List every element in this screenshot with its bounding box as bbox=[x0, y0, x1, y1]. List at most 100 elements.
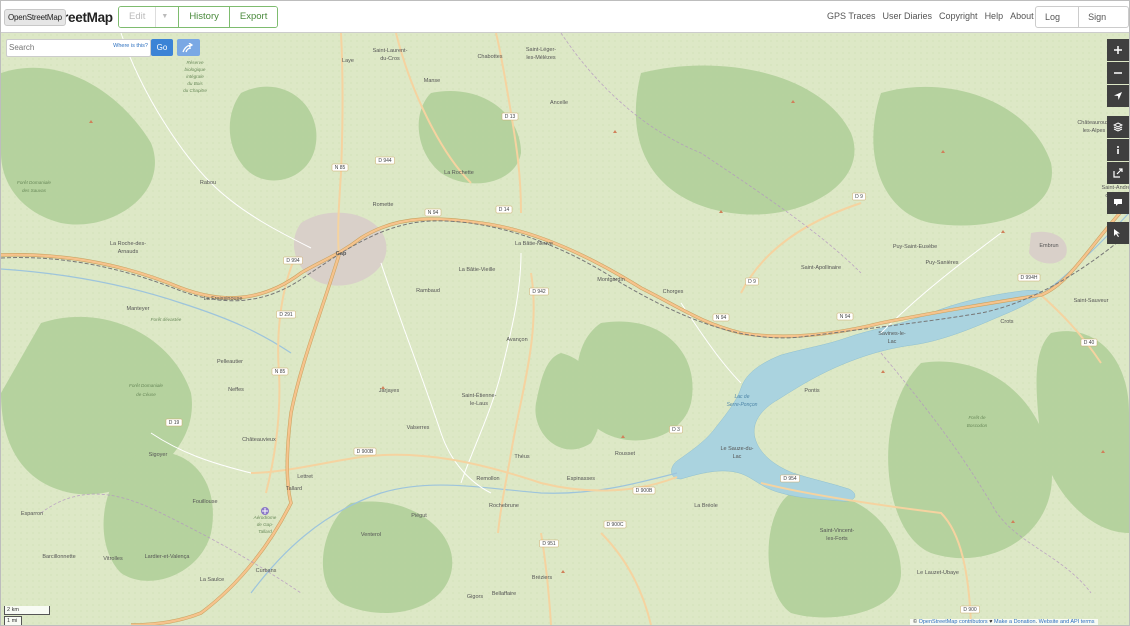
place-label: Puy-Saint-Eusèbe bbox=[893, 244, 937, 250]
terms-link[interactable]: Website and API terms bbox=[1039, 619, 1095, 625]
place-label: Châteauroux- bbox=[1077, 120, 1110, 126]
road-shield: D 900B bbox=[353, 447, 377, 456]
nav-about[interactable]: About bbox=[1010, 11, 1034, 21]
place-label: Saint-Laurent- bbox=[373, 48, 408, 54]
place-label: Saint-André- bbox=[1102, 185, 1129, 191]
place-label: Théus bbox=[514, 454, 530, 460]
directions-button[interactable] bbox=[177, 39, 200, 56]
road-shield-label: D 900 bbox=[963, 607, 977, 613]
signup-button[interactable]: Sign Up bbox=[1079, 7, 1128, 27]
secondary-nav: GPS Traces User Diaries Copyright Help A… bbox=[827, 11, 1034, 21]
road-shield-label: D 954 bbox=[783, 476, 797, 482]
area-label: Forêt dévastée bbox=[151, 317, 182, 322]
place-label: Rambaud bbox=[416, 288, 440, 294]
place-label: Embrun bbox=[1039, 243, 1058, 249]
road-shield: D 942 bbox=[529, 287, 549, 296]
map-canvas[interactable]: Gap Embrun Chorges Montgardin La Bâtie-Neuve… bbox=[1, 33, 1129, 625]
osm-contributors-link[interactable]: OpenStreetMap contributors bbox=[919, 619, 988, 625]
place-label: Rousset bbox=[615, 451, 636, 457]
road-shield-label: D 942 bbox=[532, 289, 546, 295]
zoom-in-button[interactable] bbox=[1107, 39, 1129, 61]
road-shield-label: N 94 bbox=[428, 210, 439, 216]
history-button[interactable]: History bbox=[179, 7, 230, 27]
place-label: Puy-Sanières bbox=[925, 260, 958, 266]
place-label: La Roche-des- bbox=[110, 241, 146, 247]
road-shield: D 954 bbox=[780, 474, 800, 483]
road-shield: D 19 bbox=[165, 418, 183, 427]
place-label: Gap bbox=[336, 251, 347, 257]
login-button[interactable]: Log In bbox=[1036, 7, 1080, 27]
share-button[interactable] bbox=[1107, 162, 1129, 184]
place-label: Fouillouse bbox=[192, 499, 217, 505]
road-shield: D 3 bbox=[669, 425, 683, 434]
place-label: Lettret bbox=[297, 474, 313, 480]
place-label: Rabou bbox=[200, 180, 216, 186]
place-label: Chabottes bbox=[477, 54, 502, 60]
area-label: Forêt Domaniale bbox=[129, 383, 163, 388]
road-shield-label: D 951 bbox=[542, 541, 556, 547]
area-label: Forêt de bbox=[968, 415, 986, 420]
place-label: Vitrolles bbox=[103, 556, 123, 562]
place-label: Saint-Étienne- bbox=[462, 392, 497, 399]
road-shield: N 85 bbox=[271, 367, 289, 376]
auth-button-group: Log In Sign Up bbox=[1035, 6, 1129, 28]
place-label: Romette bbox=[373, 202, 394, 208]
locate-button[interactable] bbox=[1107, 85, 1129, 107]
query-features-button[interactable] bbox=[1107, 222, 1129, 244]
place-label: La Bâtie-Neuve bbox=[515, 241, 553, 247]
layers-icon bbox=[1113, 122, 1123, 132]
site-logo[interactable]: OpenStreetMap treetMap bbox=[4, 6, 113, 28]
road-shield-label: D 900B bbox=[636, 488, 653, 494]
road-shield-label: D 40 bbox=[1084, 340, 1095, 346]
place-label: Valserres bbox=[407, 425, 430, 431]
nav-user-diaries[interactable]: User Diaries bbox=[883, 11, 933, 21]
area-label: Boscodon bbox=[967, 423, 988, 428]
road-shield-label: D 14 bbox=[499, 207, 510, 213]
road-shield-label: N 85 bbox=[275, 369, 286, 375]
add-note-button[interactable] bbox=[1107, 192, 1129, 214]
area-label: de Gap- bbox=[257, 522, 274, 527]
scale-metric: 2 km bbox=[4, 606, 50, 615]
place-label: La Bréole bbox=[694, 503, 718, 509]
area-label: des Sauvas bbox=[22, 188, 47, 193]
zoom-in-icon bbox=[1114, 46, 1122, 54]
logo-badge: OpenStreetMap bbox=[4, 8, 66, 26]
place-label: Neffes bbox=[228, 387, 244, 393]
area-label: du Chapitre bbox=[183, 88, 207, 93]
nav-copyright[interactable]: Copyright bbox=[939, 11, 978, 21]
nav-gps-traces[interactable]: GPS Traces bbox=[827, 11, 876, 21]
place-label: Laye bbox=[342, 58, 354, 64]
place-label: La Bâtie-Vieille bbox=[459, 267, 496, 273]
place-label: Montgardin bbox=[597, 277, 625, 283]
place-label: Le Sauze-du- bbox=[720, 446, 753, 452]
place-label: Pelleautier bbox=[217, 359, 243, 365]
road-shield-label: D 944 bbox=[378, 158, 392, 164]
edit-button[interactable]: Edit ▼ bbox=[119, 7, 180, 27]
search-go-button[interactable]: Go bbox=[151, 39, 173, 56]
airport-icon bbox=[261, 507, 269, 515]
donation-link[interactable]: Make a Donation bbox=[994, 619, 1036, 625]
attribution-separator: . bbox=[1035, 619, 1038, 625]
search-input[interactable] bbox=[9, 41, 109, 54]
place-label: Piégut bbox=[411, 513, 427, 519]
export-button[interactable]: Export bbox=[229, 7, 278, 27]
where-is-this-link[interactable]: Where is this? bbox=[113, 43, 148, 49]
map-view[interactable]: Gap Embrun Chorges Montgardin La Bâtie-Neuve… bbox=[1, 33, 1129, 625]
layers-button[interactable] bbox=[1107, 116, 1129, 138]
place-label: Lardier-et-Valença bbox=[145, 554, 191, 560]
zoom-out-button[interactable] bbox=[1107, 62, 1129, 84]
place-label: La Freissinouse bbox=[204, 296, 243, 302]
chevron-down-icon[interactable]: ▼ bbox=[155, 7, 168, 27]
place-label: Esparron bbox=[21, 511, 43, 517]
nav-help[interactable]: Help bbox=[985, 11, 1004, 21]
road-shield: D 951 bbox=[539, 539, 559, 548]
locate-icon bbox=[1114, 92, 1122, 100]
place-label: La Saulce bbox=[200, 577, 224, 583]
logo-text: treetMap bbox=[58, 9, 113, 25]
zoom-out-icon bbox=[1114, 72, 1122, 74]
road-shield-label: N 94 bbox=[840, 314, 851, 320]
place-label: Curbans bbox=[256, 568, 277, 574]
map-key-button[interactable] bbox=[1107, 139, 1129, 161]
place-label: Bréziers bbox=[532, 575, 552, 581]
place-label: La Rochette bbox=[444, 170, 474, 176]
